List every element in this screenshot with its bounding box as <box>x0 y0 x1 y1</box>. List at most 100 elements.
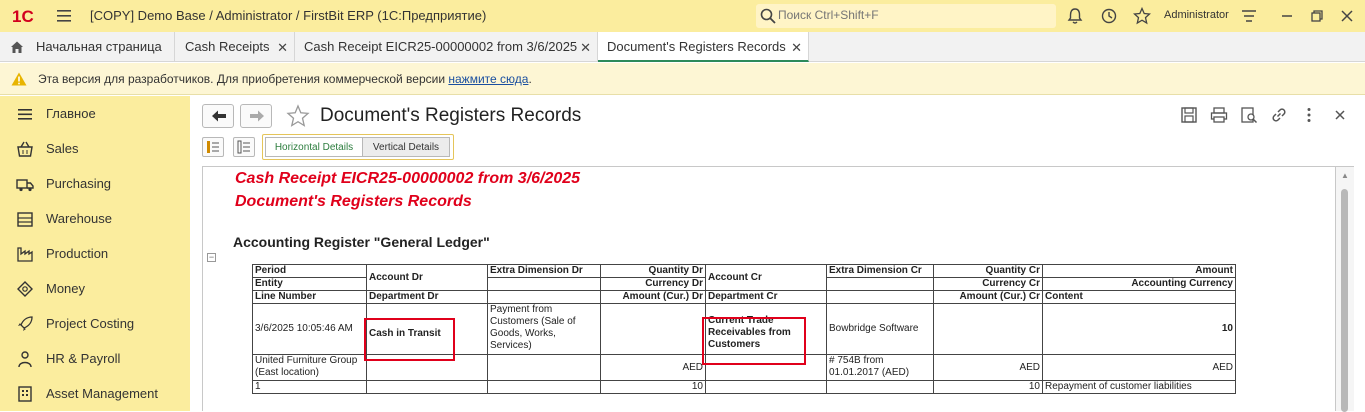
main-content: Document's Registers Records Horizontal … <box>190 96 1365 412</box>
cell-empty <box>705 380 827 394</box>
header-empty-cell <box>487 277 601 291</box>
list-collapse-icon <box>237 140 250 154</box>
list-expand-icon <box>207 141 219 153</box>
cell-period[interactable]: 3/6/2025 10:05:46 AM <box>252 303 367 355</box>
user-name[interactable]: Administrator <box>1164 9 1229 21</box>
restore-icon[interactable] <box>1308 7 1326 25</box>
back-button[interactable] <box>202 104 234 128</box>
settings-sliders-icon[interactable] <box>1240 7 1258 25</box>
hamburger-menu-icon[interactable] <box>56 8 72 24</box>
horizontal-details-button[interactable]: Horizontal Details <box>265 137 363 157</box>
tab-label: Document's Registers Records <box>607 39 786 54</box>
bell-icon[interactable] <box>1066 7 1084 25</box>
sidebar-item-sales[interactable]: Sales <box>0 131 190 166</box>
sidebar-item-label: Money <box>46 281 86 296</box>
tab-label: Cash Receipt EICR25-00000002 from 3/6/20… <box>304 39 578 54</box>
sidebar-item-production[interactable]: Production <box>0 236 190 271</box>
tab-cash-receipt-document[interactable]: Cash Receipt EICR25-00000002 from 3/6/20… <box>295 32 598 62</box>
header-quantity-cr: Quantity Cr <box>933 264 1043 278</box>
cell-entity[interactable]: United Furniture Group (East location) <box>252 354 367 381</box>
cell-line-number[interactable]: 1 <box>252 380 367 394</box>
link-icon[interactable] <box>1270 106 1288 124</box>
close-form-icon[interactable] <box>1331 106 1349 124</box>
more-options-icon[interactable] <box>1300 106 1318 124</box>
cell-content[interactable]: Repayment of customer liabilities <box>1042 380 1236 394</box>
header-account-cr: Account Cr <box>705 264 827 291</box>
sidebar-item-purchasing[interactable]: Purchasing <box>0 166 190 201</box>
table-row: 1 10 10 Repayment of customer liabilitie… <box>252 380 1236 394</box>
header-quantity-dr: Quantity Dr <box>600 264 706 278</box>
cell-empty <box>487 354 601 381</box>
print-icon[interactable] <box>1210 106 1228 124</box>
details-view-toggle: Horizontal Details Vertical Details <box>262 134 454 160</box>
register-section-title: Accounting Register "General Ledger" <box>233 234 490 250</box>
cell-extra-dimension-dr[interactable]: Payment from Customers (Sale of Goods, W… <box>487 303 601 355</box>
sidebar-item-main[interactable]: Главное <box>0 96 190 131</box>
search-box[interactable] <box>756 4 1056 28</box>
header-currency-dr: Currency Dr <box>600 277 706 291</box>
close-tab-icon[interactable]: ✕ <box>791 40 802 56</box>
sidebar-item-project-costing[interactable]: Project Costing <box>0 306 190 341</box>
sidebar-item-money[interactable]: Money <box>0 271 190 306</box>
minimize-icon[interactable] <box>1278 7 1296 25</box>
logo-text: 1С <box>12 7 34 26</box>
cell-currency-cr[interactable]: AED <box>933 354 1043 381</box>
header-empty-cell <box>826 290 934 304</box>
cell-empty <box>366 380 488 394</box>
tab-label: Начальная страница <box>36 39 162 54</box>
preview-icon[interactable] <box>1240 106 1258 124</box>
sidebar-item-label: Главное <box>46 106 96 121</box>
forward-button[interactable] <box>240 104 272 128</box>
app-title: [COPY] Demo Base / Administrator / First… <box>90 8 487 23</box>
cell-accounting-currency[interactable]: AED <box>1042 354 1236 381</box>
close-tab-icon[interactable]: ✕ <box>580 40 591 56</box>
report-document-title: Cash Receipt EICR25-00000002 from 3/6/20… <box>235 170 581 187</box>
cell-currency-dr[interactable]: AED <box>600 354 706 381</box>
vertical-details-button[interactable]: Vertical Details <box>362 137 450 157</box>
truck-icon <box>16 179 34 192</box>
tab-home[interactable]: Начальная страница <box>0 32 175 62</box>
sidebar-item-label: Sales <box>46 141 79 156</box>
cell-amount-cur-cr[interactable]: 10 <box>933 380 1043 394</box>
add-favorite-star-icon[interactable] <box>286 104 310 128</box>
arrow-left-icon <box>212 110 226 122</box>
header-department-cr: Department Cr <box>705 290 827 304</box>
sidebar-item-label: Production <box>46 246 109 261</box>
cell-quantity-cr-empty <box>933 303 1043 355</box>
cell-empty <box>487 380 601 394</box>
vertical-scrollbar[interactable]: ▲ <box>1336 166 1354 412</box>
favorites-star-icon[interactable] <box>1133 7 1151 25</box>
header-content: Content <box>1042 290 1236 304</box>
collapse-groups-button[interactable] <box>233 137 255 157</box>
cell-extra-dimension-cr-contract[interactable]: # 754B from 01.01.2017 (AED) <box>826 354 934 381</box>
expand-groups-button[interactable] <box>202 137 224 157</box>
sidebar-item-asset-management[interactable]: Asset Management <box>0 376 190 411</box>
tab-registers-records[interactable]: Document's Registers Records ✕ <box>598 32 809 62</box>
cell-extra-dimension-cr[interactable]: Bowbridge Software <box>826 303 934 355</box>
cell-amount-cur-dr[interactable]: 10 <box>600 380 706 394</box>
header-line-number: Line Number <box>252 290 367 304</box>
save-icon[interactable] <box>1180 106 1198 124</box>
1c-logo-icon[interactable]: 1С <box>12 6 48 26</box>
header-amount-cur-dr: Amount (Cur.) Dr <box>600 290 706 304</box>
highlight-account-cr <box>702 317 806 365</box>
sidebar-item-label: Purchasing <box>46 176 112 191</box>
scrollbar-thumb[interactable] <box>1341 189 1348 412</box>
sidebar-item-label: HR & Payroll <box>46 351 121 366</box>
tab-cash-receipts[interactable]: Cash Receipts ✕ <box>175 32 295 62</box>
table-header-row: Period Account Dr Extra Dimension Dr Qua… <box>252 264 1236 291</box>
close-window-icon[interactable] <box>1338 7 1356 25</box>
purchase-link[interactable]: нажмите сюда <box>448 72 528 86</box>
tab-bar: Начальная страница Cash Receipts ✕ Cash … <box>0 32 1365 62</box>
header-amount: Amount <box>1042 264 1236 278</box>
close-tab-icon[interactable]: ✕ <box>277 40 288 56</box>
sidebar-item-hr-payroll[interactable]: HR & Payroll <box>0 341 190 376</box>
history-icon[interactable] <box>1100 7 1118 25</box>
header-extra-dimension-dr: Extra Dimension Dr <box>487 264 601 278</box>
search-input[interactable] <box>778 8 1038 22</box>
sidebar-item-warehouse[interactable]: Warehouse <box>0 201 190 236</box>
group-collapse-icon[interactable]: − <box>207 253 216 262</box>
header-empty-cell <box>826 277 934 291</box>
scroll-up-icon[interactable]: ▲ <box>1341 171 1349 180</box>
cell-amount[interactable]: 10 <box>1042 303 1236 355</box>
